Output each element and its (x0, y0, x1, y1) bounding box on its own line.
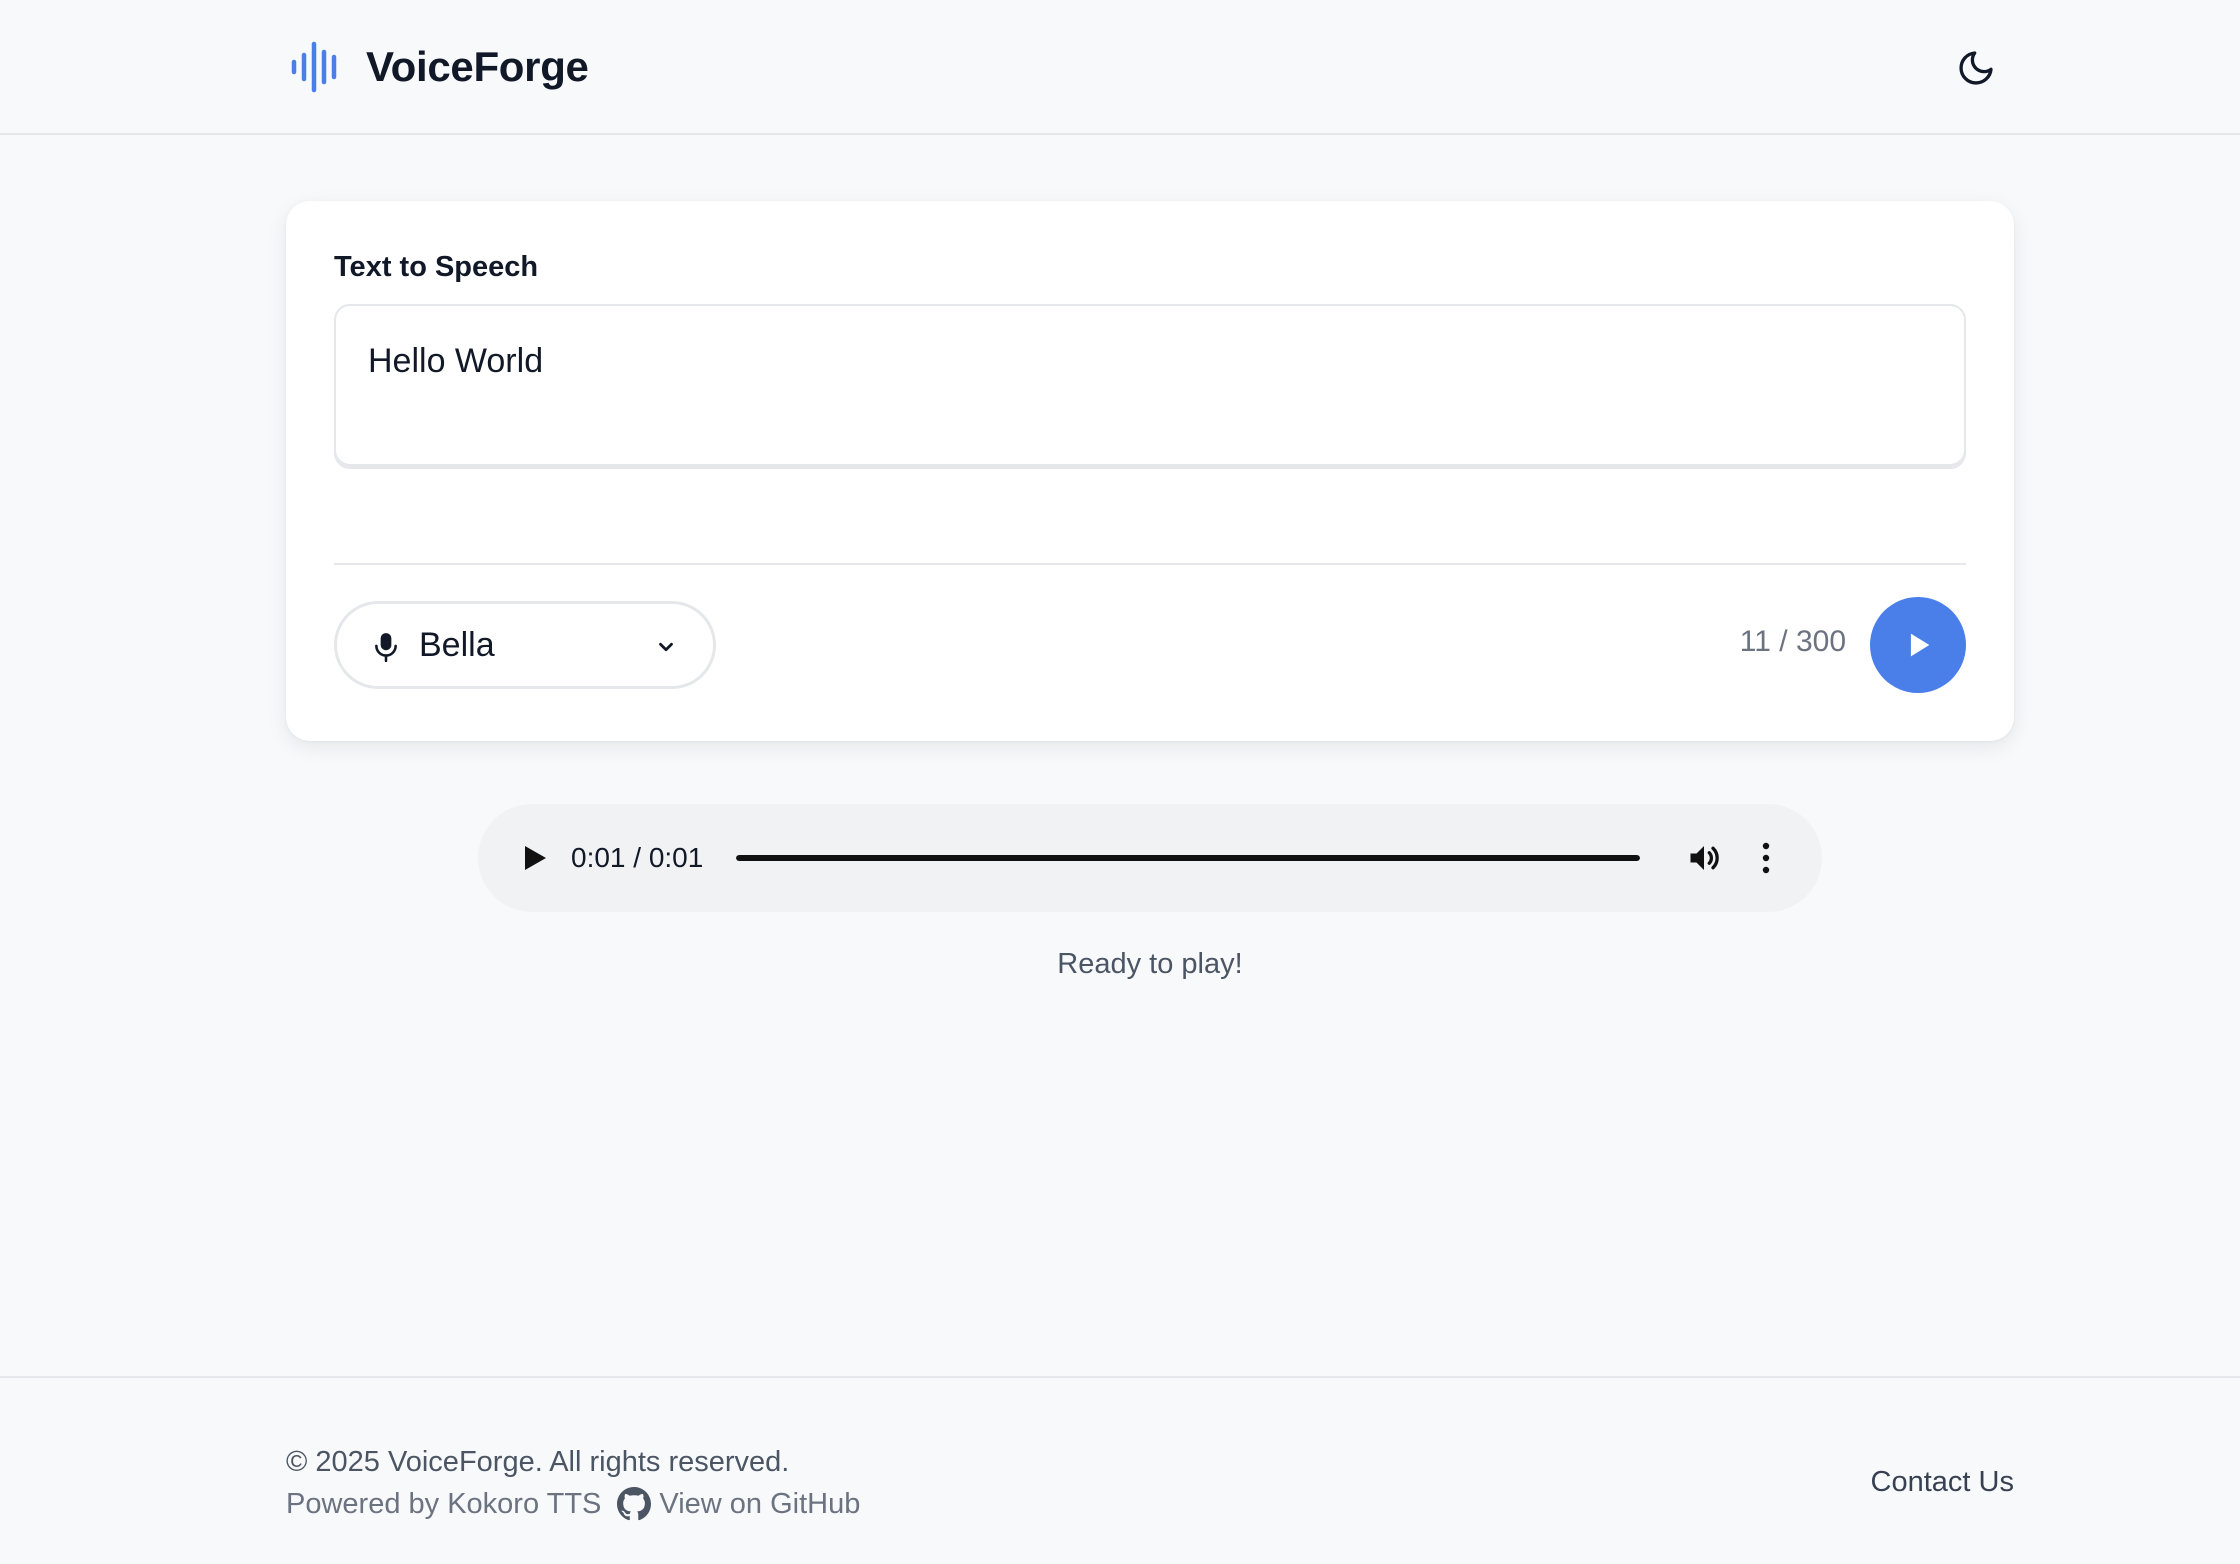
audio-progress-fill (736, 855, 1640, 861)
page: VoiceForge Text to Speech Bella 11 / 300 (0, 0, 2240, 1564)
play-icon[interactable] (516, 840, 552, 876)
app-title: VoiceForge (366, 43, 589, 90)
github-label: View on GitHub (659, 1487, 861, 1520)
card-divider (334, 563, 1966, 565)
audio-time: 0:01 / 0:01 (571, 842, 704, 873)
moon-icon (1959, 51, 1993, 85)
github-link[interactable]: View on GitHub (617, 1487, 860, 1521)
app-header: VoiceForge (0, 0, 2240, 135)
chevron-down-icon (659, 642, 673, 652)
more-vertical-icon[interactable] (1756, 840, 1776, 876)
tts-card: Text to Speech Bella 11 / 300 (286, 201, 2014, 741)
play-icon (1910, 633, 1930, 657)
copyright-text: © 2025 VoiceForge. All rights reserved. (286, 1446, 790, 1478)
tts-text-input[interactable] (334, 304, 1966, 469)
theme-toggle-button[interactable] (1952, 44, 2000, 92)
generate-speech-button[interactable] (1870, 597, 1966, 693)
audio-progress-bar[interactable] (736, 855, 1640, 861)
footer-credits: Powered by Kokoro TTS View on GitHub (286, 1486, 860, 1522)
volume-icon[interactable] (1686, 840, 1722, 876)
powered-by-text: Powered by Kokoro TTS (286, 1487, 602, 1520)
char-count: 11 / 300 (1739, 625, 1846, 658)
app-footer: © 2025 VoiceForge. All rights reserved. … (0, 1376, 2240, 1564)
github-icon (617, 1487, 652, 1521)
waveform-icon (291, 41, 337, 93)
status-message: Ready to play! (1057, 948, 1243, 980)
contact-us-link[interactable]: Contact Us (1866, 1466, 2014, 1499)
voice-select[interactable]: Bella (334, 601, 716, 689)
microphone-icon (375, 633, 397, 662)
audio-player: 0:01 / 0:01 (478, 804, 1822, 912)
selected-voice: Bella (419, 626, 495, 664)
tts-label: Text to Speech (334, 251, 539, 283)
logo[interactable]: VoiceForge (290, 40, 589, 94)
